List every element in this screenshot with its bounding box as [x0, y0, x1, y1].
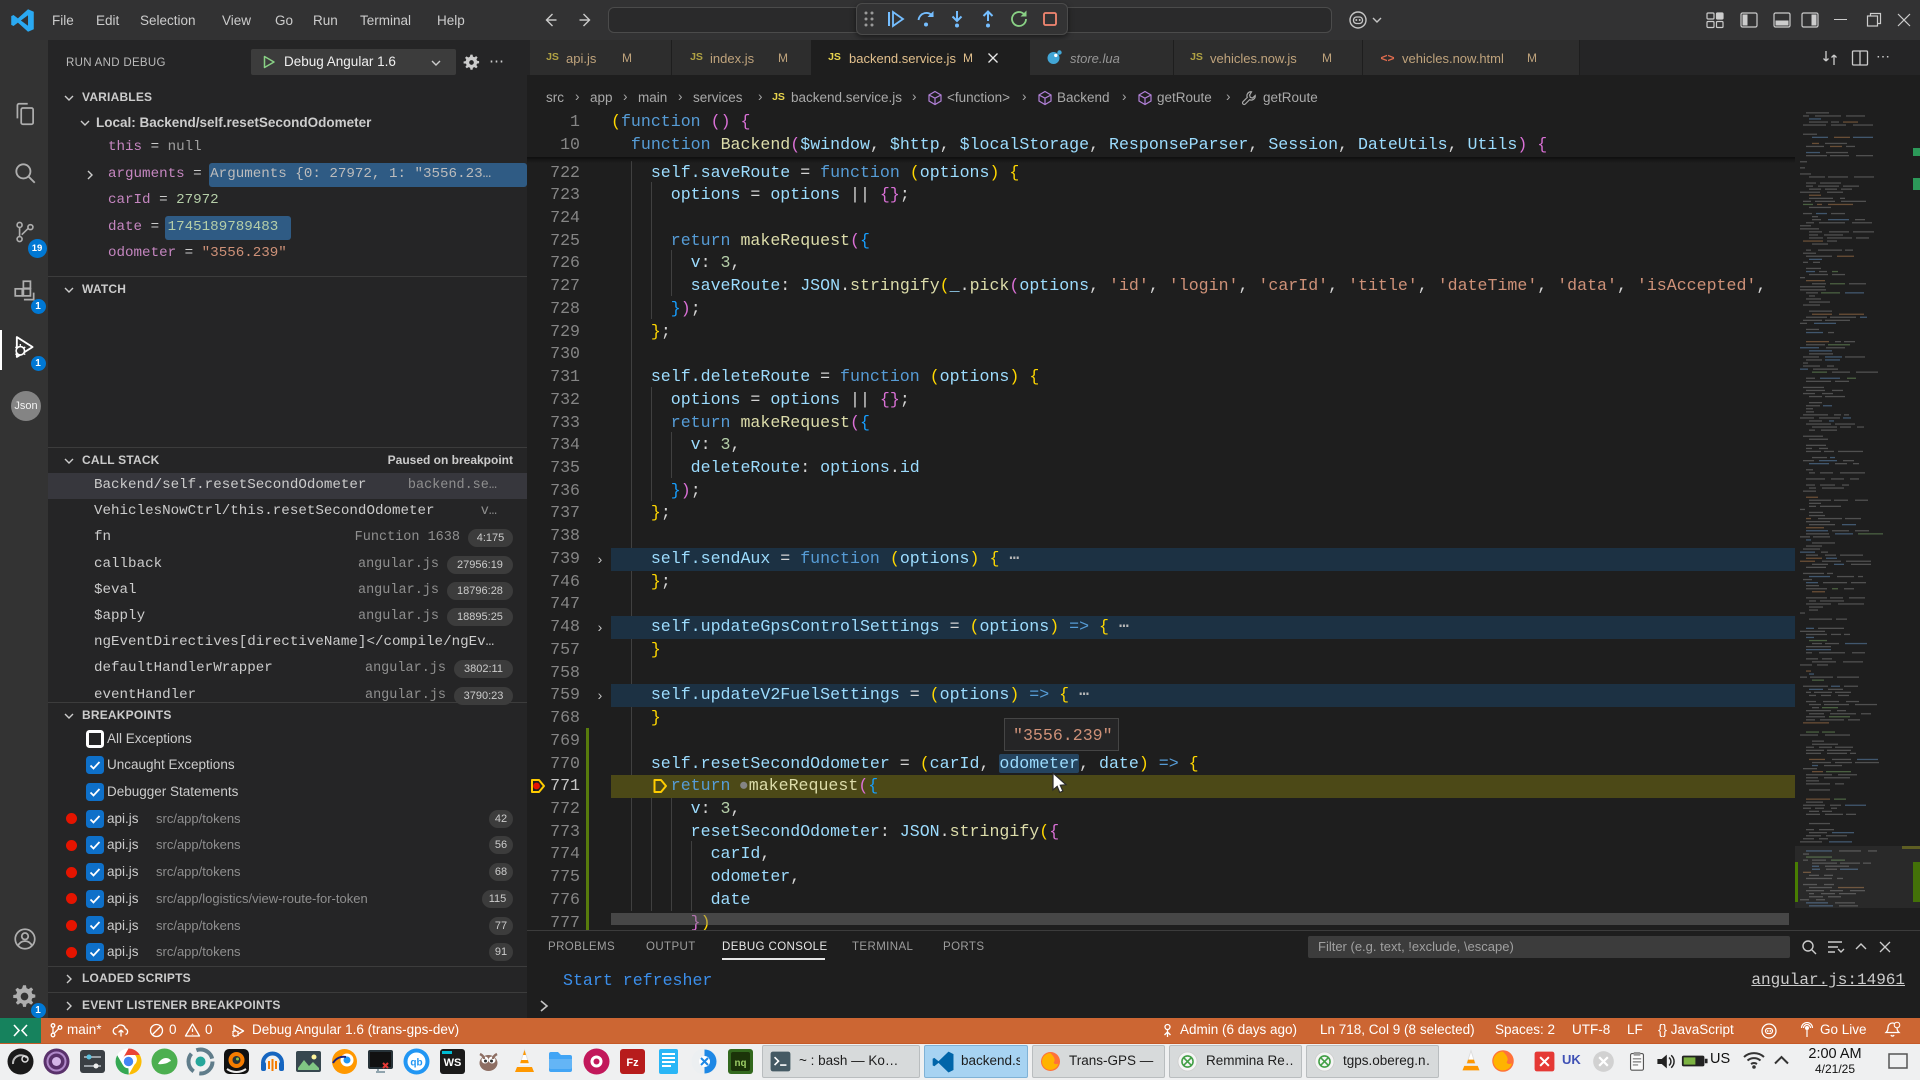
svg-text:nq: nq — [734, 1059, 746, 1070]
svg-text:qb: qb — [410, 1058, 422, 1069]
svg-text:WS: WS — [444, 1057, 462, 1069]
svg-text:Fz: Fz — [626, 1057, 639, 1069]
